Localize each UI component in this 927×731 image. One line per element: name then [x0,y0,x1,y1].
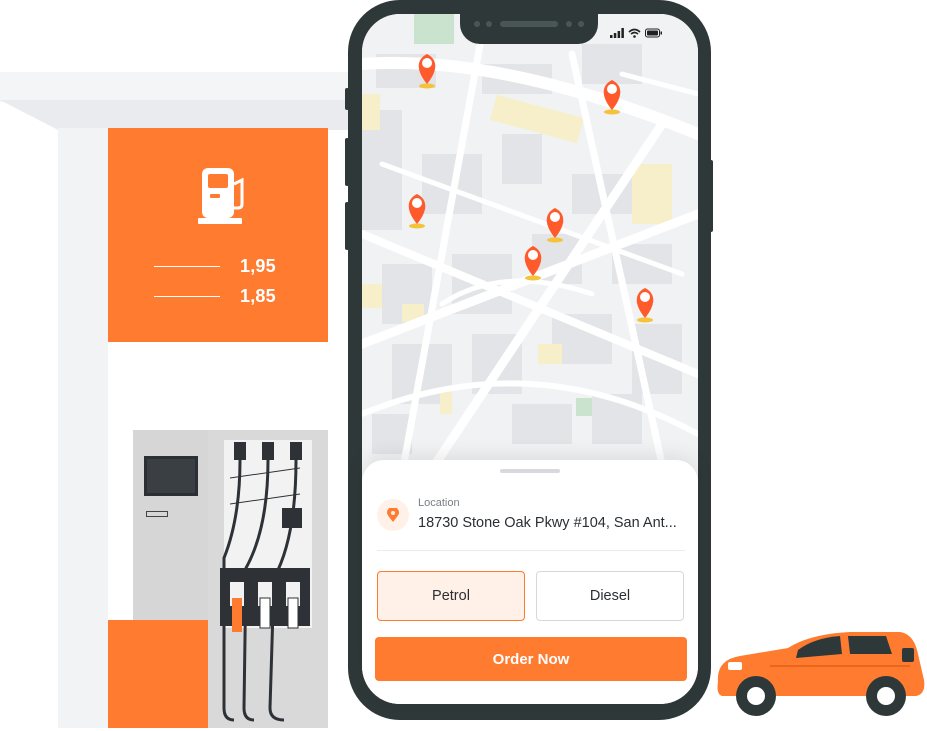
notch-sensors [474,21,584,27]
price-sign: 1,95 1,85 [108,128,328,342]
battery-icon [645,28,662,38]
price-line [154,296,220,297]
fuel-pump-base [108,620,208,728]
sheet-drag-handle[interactable] [500,469,560,473]
location-address[interactable]: 18730 Stone Oak Pkwy #104, San Ant... [418,515,677,531]
wifi-icon [628,28,641,38]
location-pin-badge [377,499,409,531]
signal-icon [610,28,624,38]
location-pin-icon [387,507,399,522]
fuel-option-label: Petrol [432,588,470,604]
fuel-option-label: Diesel [589,588,631,604]
location-label: Location [418,497,460,509]
fuel-option-diesel[interactable]: Diesel [536,571,684,621]
station-canopy-slope [0,100,360,130]
fuel-pump-icon [198,168,244,224]
divider [377,550,685,551]
price-line [154,266,220,267]
car-illustration [717,632,925,716]
fuel-option-petrol[interactable]: Petrol [377,571,525,621]
status-bar [610,26,672,40]
fuel-nozzles [220,442,310,722]
phone-notch [460,12,598,44]
order-now-button[interactable]: Order Now [375,637,687,681]
price-value: 1,85 [240,286,276,306]
pump-screen [144,456,198,496]
pump-card-slot [146,511,168,517]
station-pillar [58,128,110,728]
order-button-label: Order Now [492,650,570,668]
price-value: 1,95 [240,256,276,276]
station-canopy [0,72,360,102]
